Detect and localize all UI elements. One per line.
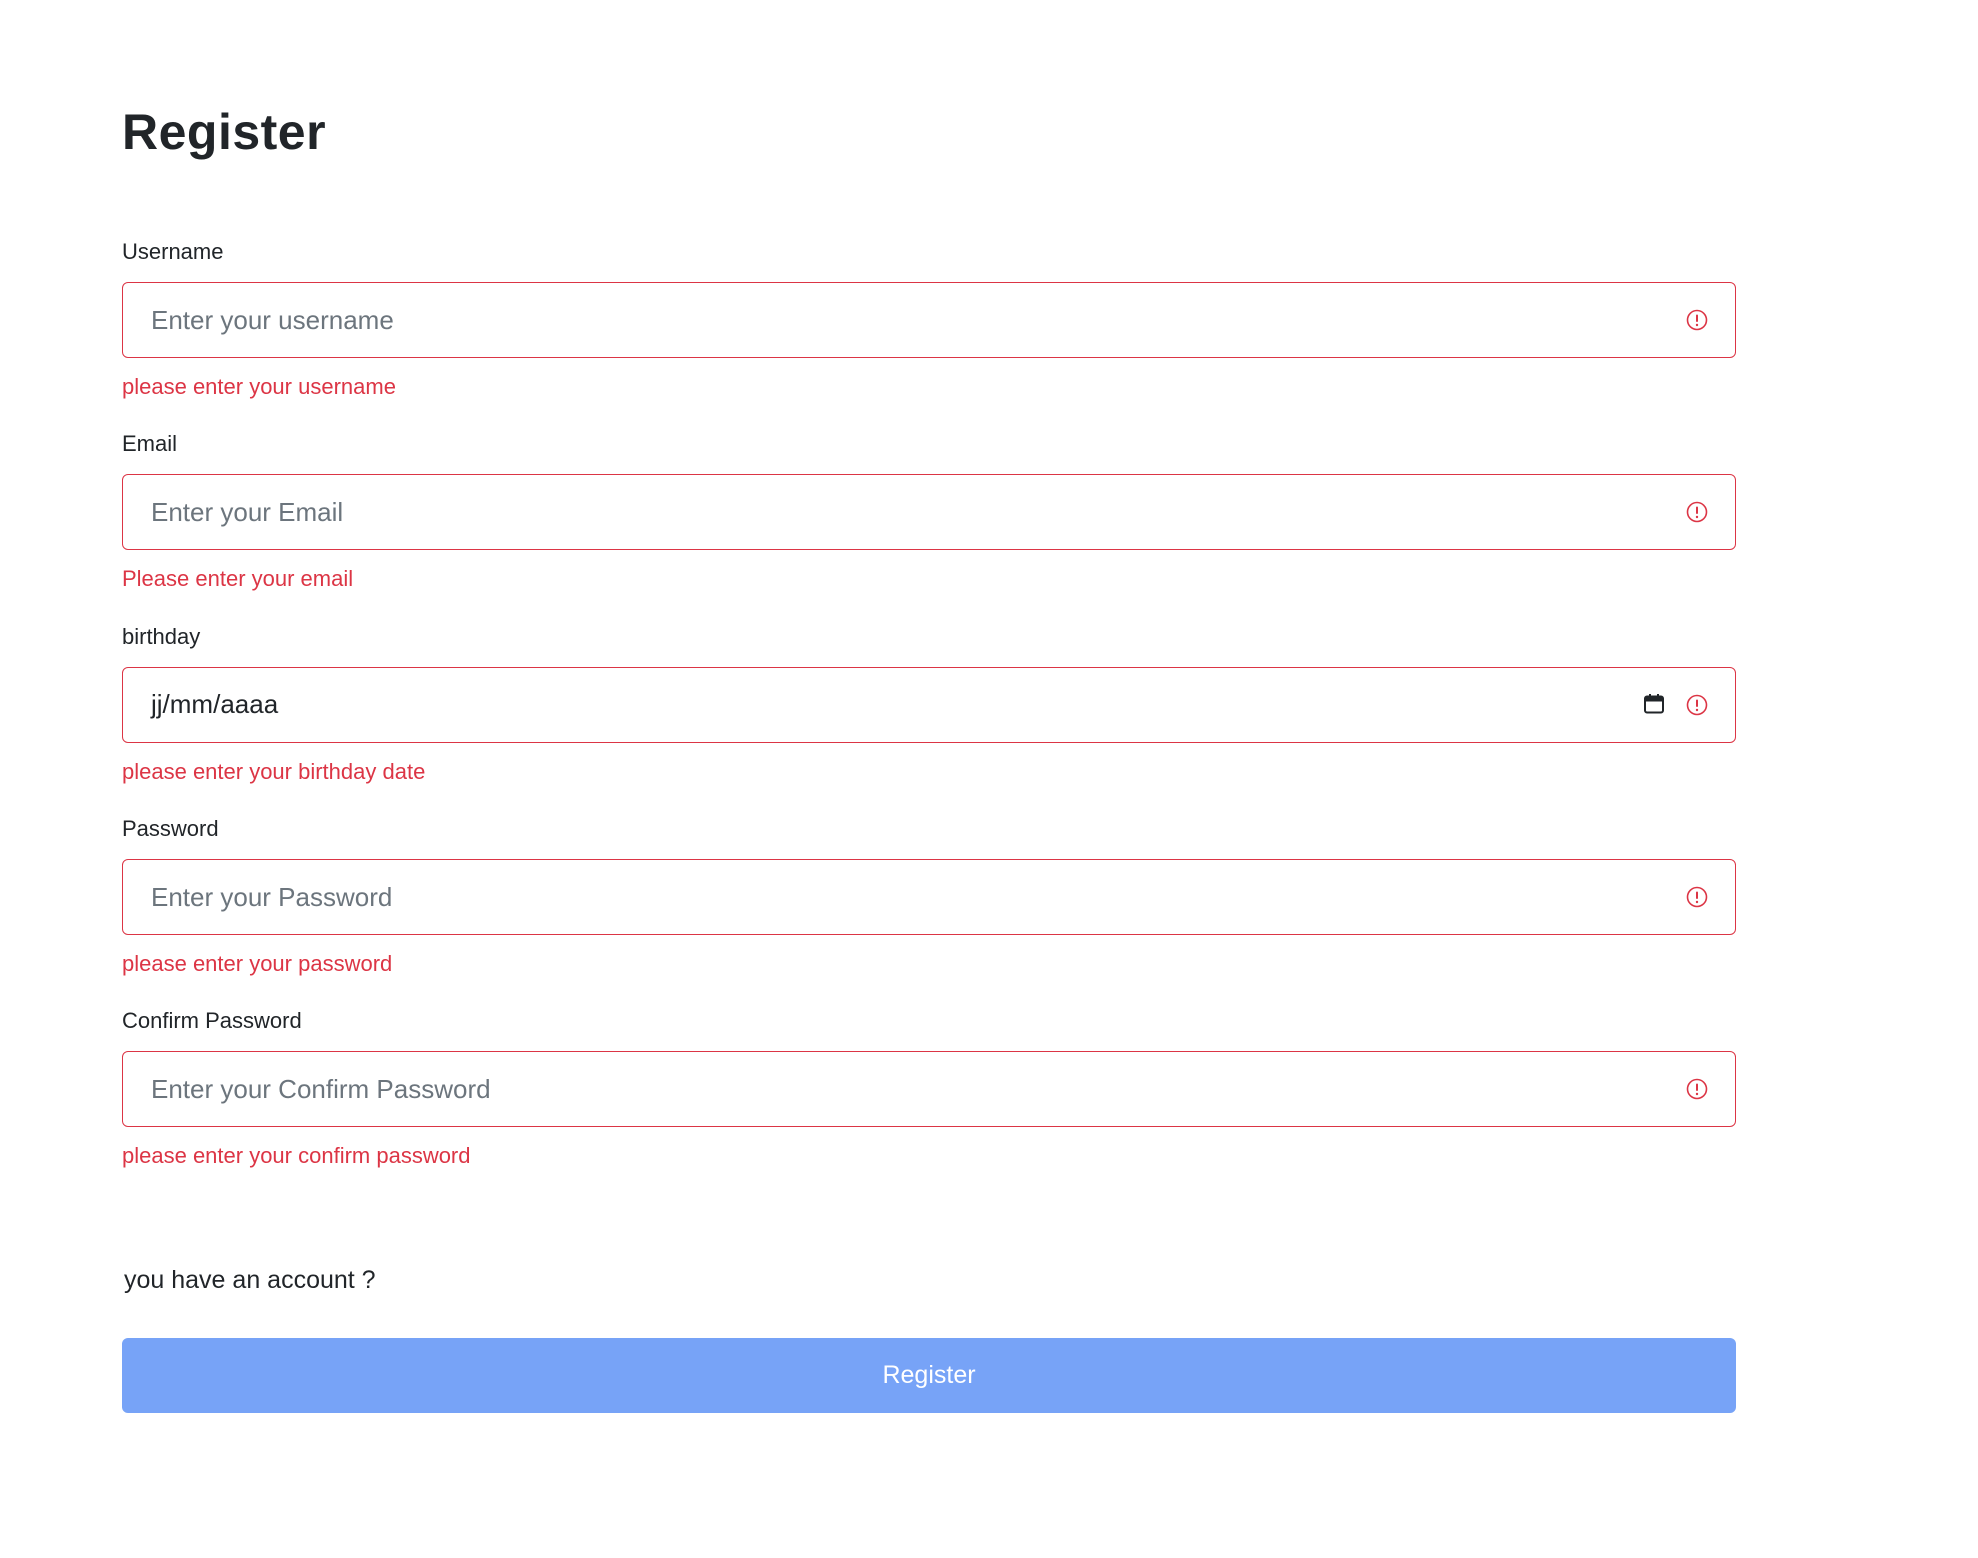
email-error: Please enter your email — [122, 566, 354, 591]
alert-circle-icon — [1686, 886, 1708, 908]
calendar-icon[interactable] — [1643, 693, 1665, 715]
birthday-error: please enter your birthday date — [122, 759, 426, 784]
email-input-wrapper[interactable] — [122, 474, 1736, 550]
password-error: please enter your password — [122, 951, 393, 976]
email-input[interactable] — [123, 475, 1735, 549]
username-error: please enter your username — [122, 374, 396, 399]
birthday-date-value[interactable]: jj/mm/aaaa — [151, 668, 278, 741]
alert-circle-icon — [1686, 694, 1708, 716]
alert-circle-icon — [1686, 501, 1708, 523]
page-title: Register — [122, 104, 327, 160]
confirm-password-label: Confirm Password — [122, 1008, 302, 1033]
username-label: Username — [122, 239, 224, 264]
password-label: Password — [122, 816, 219, 841]
confirm-password-input[interactable] — [123, 1052, 1735, 1126]
email-label: Email — [122, 431, 178, 456]
birthday-label: birthday — [122, 624, 201, 649]
register-button[interactable]: Register — [122, 1338, 1736, 1413]
confirm-password-input-wrapper[interactable] — [122, 1051, 1736, 1127]
alert-circle-icon — [1686, 309, 1708, 331]
password-input[interactable] — [123, 860, 1735, 934]
username-input-wrapper[interactable] — [122, 282, 1736, 358]
password-input-wrapper[interactable] — [122, 859, 1736, 935]
username-input[interactable] — [123, 283, 1735, 357]
birthday-input[interactable]: jj/mm/aaaa — [122, 667, 1736, 743]
confirm-password-error: please enter your confirm password — [122, 1143, 471, 1168]
alert-circle-icon — [1686, 1078, 1708, 1100]
have-account-link[interactable]: you have an account ? — [124, 1262, 376, 1298]
